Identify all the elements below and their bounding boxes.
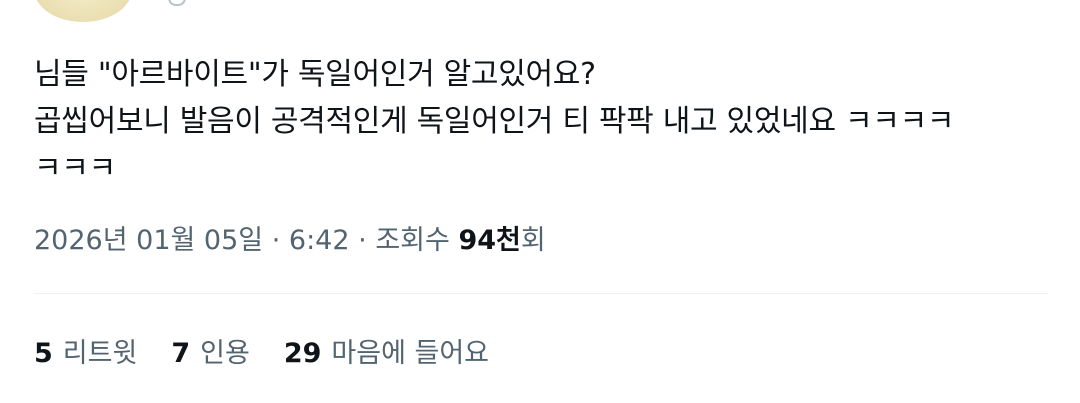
likes-label: 마음에 들어요 bbox=[331, 338, 490, 369]
handle-fragment bbox=[168, 0, 186, 6]
tweet-time[interactable]: 6:42 bbox=[289, 225, 350, 256]
meta-separator: · bbox=[358, 225, 367, 256]
views-count: 94천 bbox=[458, 225, 521, 256]
tweet-date[interactable]: 2026년 01월 05일 bbox=[34, 225, 263, 256]
avatar[interactable] bbox=[34, 0, 132, 22]
tweet-stats: 5 리트윗 7 인용 29 마음에 들어요 bbox=[34, 334, 489, 374]
views-suffix: 회 bbox=[520, 225, 546, 256]
quotes-label: 인용 bbox=[200, 338, 250, 369]
likes-count: 29 bbox=[283, 338, 322, 369]
retweets-stat[interactable]: 5 리트윗 bbox=[34, 334, 137, 374]
quotes-stat[interactable]: 7 인용 bbox=[171, 334, 249, 374]
tweet-text-line: 곱씹어보니 발음이 공격적인게 독일어인거 티 팍팍 내고 있었네요 ㅋㅋㅋㅋ bbox=[34, 104, 955, 139]
meta-separator: · bbox=[271, 225, 281, 256]
views-label: 조회수 bbox=[375, 225, 450, 256]
divider bbox=[34, 293, 1048, 294]
likes-stat[interactable]: 29 마음에 들어요 bbox=[284, 334, 489, 374]
tweet-text-line: 님들 "아르바이트"가 독일어인거 알고있어요? bbox=[34, 57, 596, 92]
tweet-text-line: ㅋㅋㅋ bbox=[34, 151, 116, 186]
tweet-meta: 2026년 01월 05일 · 6:42 · 조회수 94천회 bbox=[34, 221, 546, 261]
retweets-count: 5 bbox=[34, 338, 53, 369]
tweet-text: 님들 "아르바이트"가 독일어인거 알고있어요? 곱씹어보니 발음이 공격적인게… bbox=[34, 51, 1054, 192]
quotes-count: 7 bbox=[171, 338, 191, 369]
retweets-label: 리트윗 bbox=[62, 338, 138, 369]
